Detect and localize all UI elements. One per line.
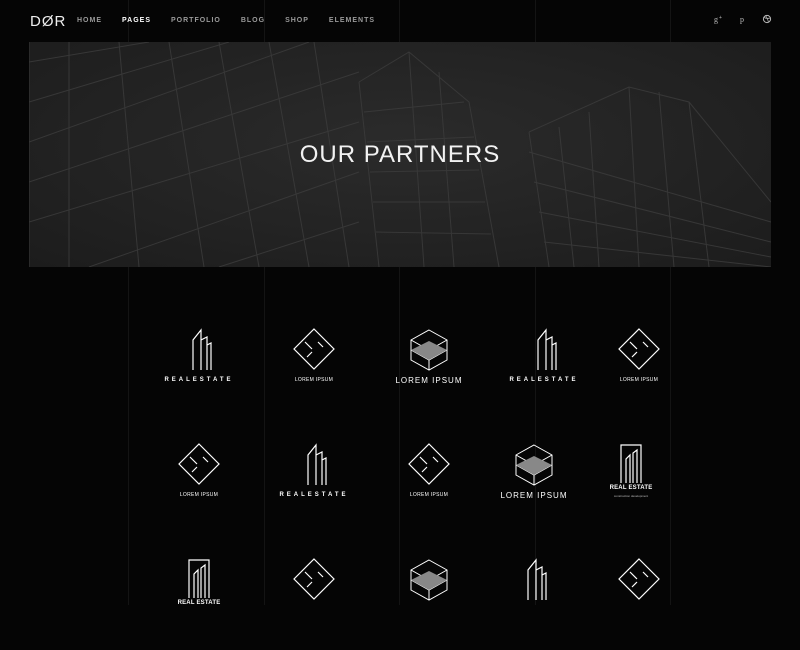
diamond-logo-icon — [408, 443, 450, 485]
partner-logo[interactable] — [480, 540, 588, 650]
partner-caption: REALESTATE — [509, 377, 579, 383]
partner-logo[interactable] — [375, 540, 483, 650]
cube-logo-icon — [410, 559, 448, 601]
partner-logo[interactable]: REAL ESTATE construction development — [577, 425, 685, 535]
page-title: OUR PARTNERS — [299, 141, 501, 168]
partner-logo[interactable] — [260, 540, 368, 650]
partner-caption: REAL ESTATE — [177, 600, 221, 606]
partner-caption: LOREM IPSUM — [619, 377, 659, 383]
diamond-logo-icon — [618, 558, 660, 600]
diamond-logo-icon — [293, 558, 335, 600]
partner-caption: LOREM IPSUM — [179, 492, 219, 498]
nav-home[interactable]: HOME — [77, 17, 102, 24]
site-header: DØR HOME PAGES PORTFOLIO BLOG SHOP ELEME… — [0, 0, 800, 42]
building-logo-icon — [307, 443, 327, 485]
partner-logo[interactable]: REAL ESTATE — [145, 540, 253, 650]
main-nav: HOME PAGES PORTFOLIO BLOG SHOP ELEMENTS — [77, 17, 395, 24]
hero-banner: OUR PARTNERS — [29, 42, 771, 267]
building-logo-icon — [527, 558, 547, 600]
partner-caption: REALESTATE — [279, 492, 349, 498]
partner-logo[interactable] — [585, 540, 693, 650]
partner-caption: REAL ESTATE — [609, 485, 653, 491]
svg-text:g: g — [714, 15, 718, 24]
partner-logo[interactable]: LOREM IPSUM — [480, 425, 588, 535]
social-links: g + p — [700, 14, 772, 24]
partner-caption: REALESTATE — [164, 377, 234, 383]
building-logo-icon — [192, 328, 212, 370]
building-logo-icon — [537, 328, 557, 370]
diamond-logo-icon — [178, 443, 220, 485]
google-plus-icon[interactable]: g + — [714, 14, 724, 24]
cube-logo-icon — [515, 444, 553, 486]
dribbble-icon[interactable] — [762, 14, 772, 24]
partner-logo[interactable]: LOREM IPSUM — [260, 310, 368, 420]
nav-pages[interactable]: PAGES — [122, 17, 151, 24]
svg-text:+: + — [719, 15, 722, 21]
nav-blog[interactable]: BLOG — [241, 17, 265, 24]
partner-logo[interactable]: LOREM IPSUM — [375, 310, 483, 420]
cube-logo-icon — [410, 329, 448, 371]
pinterest-icon[interactable]: p — [738, 14, 748, 24]
svg-text:p: p — [740, 15, 744, 24]
partner-caption: LOREM IPSUM — [294, 377, 334, 383]
diamond-logo-icon — [293, 328, 335, 370]
diamond-logo-icon — [618, 328, 660, 370]
partner-caption: LOREM IPSUM — [409, 492, 449, 498]
site-logo[interactable]: DØR — [30, 13, 66, 30]
partner-logo[interactable]: REALESTATE — [145, 310, 253, 420]
partner-caption: LOREM IPSUM — [500, 491, 568, 500]
partner-logo[interactable]: LOREM IPSUM — [375, 425, 483, 535]
partner-logo[interactable]: REALESTATE — [490, 310, 598, 420]
partner-logo[interactable]: LOREM IPSUM — [585, 310, 693, 420]
nav-shop[interactable]: SHOP — [285, 17, 309, 24]
partner-logo[interactable]: REALESTATE — [260, 425, 368, 535]
nav-portfolio[interactable]: PORTFOLIO — [171, 17, 221, 24]
partner-caption: LOREM IPSUM — [395, 376, 463, 385]
partner-subcaption: construction development — [613, 494, 649, 498]
nav-elements[interactable]: ELEMENTS — [329, 17, 375, 24]
partner-logo[interactable]: LOREM IPSUM — [145, 425, 253, 535]
